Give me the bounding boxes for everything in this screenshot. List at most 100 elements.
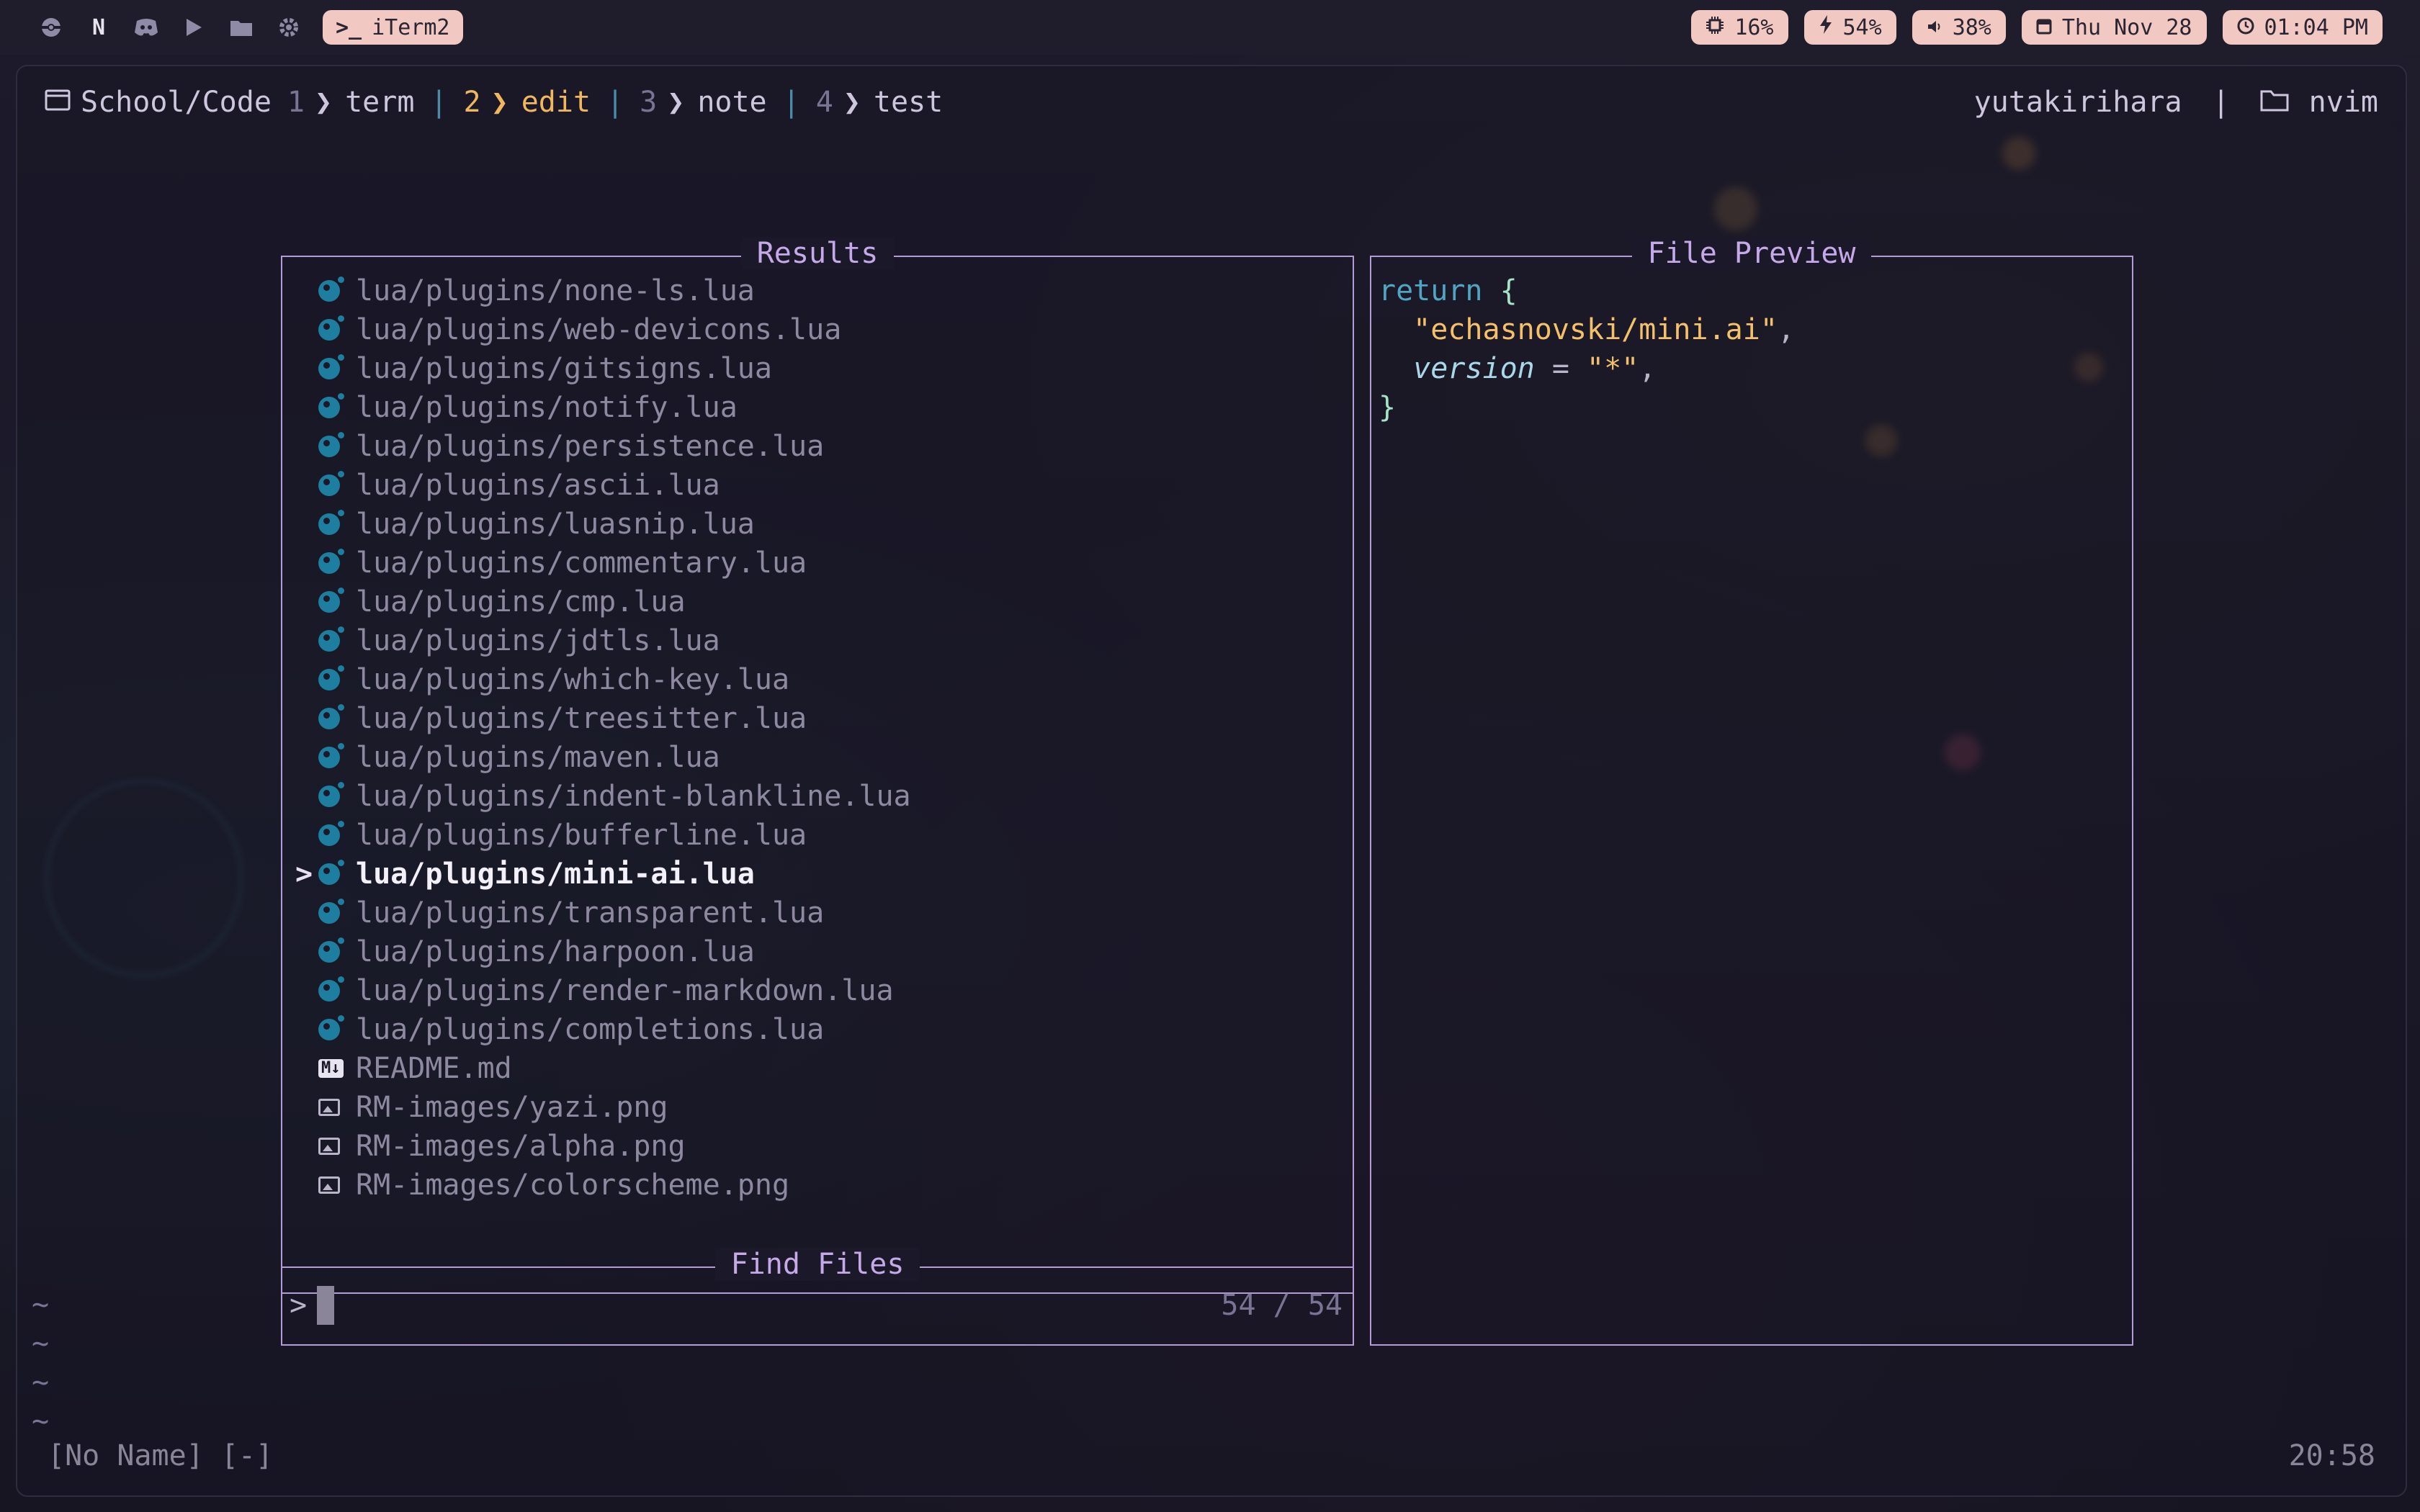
result-row[interactable]: RM-images/colorscheme.png — [290, 1166, 1345, 1205]
clock-pill[interactable]: 01:04 PM — [2222, 10, 2383, 45]
result-row[interactable]: lua/plugins/jdtls.lua — [290, 621, 1345, 660]
result-row[interactable]: lua/plugins/gitsigns.lua — [290, 349, 1345, 388]
result-row[interactable]: lua/plugins/indent-blankline.lua — [290, 777, 1345, 816]
tmux-window-3[interactable]: 3 ❯ note — [640, 86, 767, 119]
result-row[interactable]: lua/plugins/maven.lua — [290, 738, 1345, 777]
window-name: note — [697, 86, 767, 119]
empty-line-marker: ~ — [32, 1327, 50, 1360]
chevron-right-icon: ❯ — [667, 86, 685, 119]
result-counter: 54 / 54 — [1221, 1289, 1343, 1322]
result-path: lua/plugins/which-key.lua — [356, 663, 790, 696]
statusline-clock: 20:58 — [2288, 1439, 2375, 1472]
code-close-brace: } — [1379, 391, 1397, 424]
result-path: lua/plugins/ascii.lua — [356, 469, 720, 502]
battery-pill[interactable]: 54% — [1803, 10, 1896, 45]
result-row[interactable]: lua/plugins/luasnip.lua — [290, 505, 1345, 544]
clock-icon — [2237, 15, 2254, 40]
current-program: nvim — [2308, 86, 2378, 119]
result-path: lua/plugins/commentary.lua — [356, 546, 807, 580]
result-row[interactable]: lua/plugins/render-markdown.lua — [290, 971, 1345, 1010]
window-index: 2 — [463, 86, 481, 119]
pokeball-icon[interactable] — [37, 14, 65, 41]
result-row[interactable]: > lua/plugins/mini-ai.lua — [290, 855, 1345, 894]
lua-icon — [318, 704, 356, 729]
result-row[interactable]: RM-images/alpha.png — [290, 1127, 1345, 1166]
result-path: lua/plugins/gitsigns.lua — [356, 352, 772, 385]
result-row[interactable]: lua/plugins/notify.lua — [290, 388, 1345, 427]
result-row[interactable]: lua/plugins/harpoon.lua — [290, 932, 1345, 971]
find-files-prompt[interactable]: > 54 / 54 — [290, 1284, 1343, 1327]
chevron-right-icon: ❯ — [843, 86, 861, 119]
volume-value: 38% — [1952, 14, 1991, 40]
cpu-pill[interactable]: 16% — [1691, 10, 1788, 45]
result-row[interactable]: lua/plugins/which-key.lua — [290, 660, 1345, 699]
result-path: RM-images/colorscheme.png — [356, 1169, 790, 1202]
result-row[interactable]: lua/plugins/bufferline.lua — [290, 816, 1345, 855]
text-cursor — [317, 1286, 334, 1325]
result-path: lua/plugins/cmp.lua — [356, 585, 686, 618]
lightning-icon — [1819, 14, 1833, 40]
terminal-icon: >_ — [336, 14, 362, 40]
active-app-name: iTerm2 — [372, 14, 450, 40]
tmux-window-4[interactable]: 4 ❯ test — [816, 86, 944, 119]
tab-separator: | — [430, 86, 448, 119]
lua-icon — [318, 626, 356, 652]
result-row[interactable]: lua/plugins/ascii.lua — [290, 466, 1345, 505]
result-path: lua/plugins/transparent.lua — [356, 896, 825, 930]
preview-code: return { "echasnovski/mini.ai", version … — [1379, 271, 1795, 427]
result-row[interactable]: lua/plugins/commentary.lua — [290, 544, 1345, 582]
code-open-brace: { — [1500, 274, 1518, 307]
result-row[interactable]: lua/plugins/transparent.lua — [290, 894, 1345, 932]
result-row[interactable]: lua/plugins/treesitter.lua — [290, 699, 1345, 738]
folder-icon[interactable] — [228, 14, 255, 41]
result-path: RM-images/alpha.png — [356, 1130, 686, 1163]
result-row[interactable]: M↓ README.md — [290, 1049, 1345, 1088]
image-icon — [318, 1176, 356, 1194]
find-files-title: Find Files — [714, 1248, 920, 1281]
result-row[interactable]: lua/plugins/none-ls.lua — [290, 271, 1345, 310]
window-index: 4 — [815, 86, 833, 119]
clock-value: 01:04 PM — [2264, 14, 2369, 40]
result-path: lua/plugins/bufferline.lua — [356, 819, 807, 852]
file-preview-pane: File Preview return { "echasnovski/mini.… — [1370, 237, 2133, 1346]
code-keyword: return — [1379, 274, 1483, 307]
result-row[interactable]: lua/plugins/cmp.lua — [290, 582, 1345, 621]
menubar-right: 16% 54% 38% Thu Nov 28 01:04 PM — [1691, 10, 2383, 45]
file-preview-title: File Preview — [1631, 237, 1872, 270]
tmux-status-bar: School/Code 1 ❯ term | 2 ❯ edit | 3 ❯ no… — [45, 81, 2378, 124]
window-name: test — [873, 86, 944, 119]
result-row[interactable]: lua/plugins/web-devicons.lua — [290, 310, 1345, 349]
cpu-icon — [1706, 15, 1724, 40]
session-name: School/Code — [81, 86, 272, 119]
lua-icon — [318, 782, 356, 807]
tmux-window-1[interactable]: 1 ❯ term — [287, 86, 415, 119]
lua-icon — [318, 393, 356, 418]
find-files-title-wrap: Find Files — [282, 1248, 1353, 1281]
result-row[interactable]: RM-images/yazi.png — [290, 1088, 1345, 1127]
buffer-name: [No Name] [-] — [48, 1439, 274, 1472]
discord-icon[interactable] — [133, 14, 160, 41]
volume-pill[interactable]: 38% — [1912, 10, 2006, 45]
tmux-window-2[interactable]: 2 ❯ edit — [464, 86, 591, 119]
lua-icon — [318, 860, 356, 885]
empty-line-marker: ~ — [32, 1366, 50, 1399]
active-app-pill[interactable]: >_ iTerm2 — [323, 10, 463, 45]
result-path: lua/plugins/web-devicons.lua — [356, 313, 842, 346]
result-row[interactable]: lua/plugins/persistence.lua — [290, 427, 1345, 466]
window-icon — [45, 86, 71, 119]
notion-icon[interactable]: N — [85, 14, 112, 41]
gear-icon[interactable] — [275, 14, 302, 41]
cpu-value: 16% — [1734, 14, 1774, 40]
result-row[interactable]: lua/plugins/completions.lua — [290, 1010, 1345, 1049]
result-path: lua/plugins/mini-ai.lua — [356, 858, 755, 891]
lua-icon — [318, 471, 356, 496]
result-path: lua/plugins/completions.lua — [356, 1013, 825, 1046]
lua-icon — [318, 937, 356, 963]
play-icon[interactable] — [180, 14, 207, 41]
status-separator: | — [2212, 86, 2230, 119]
lua-icon — [318, 510, 356, 535]
username: yutakirihara — [1973, 86, 2182, 119]
window-name: term — [345, 86, 415, 119]
date-pill[interactable]: Thu Nov 28 — [2021, 10, 2207, 45]
menubar: N >_ iTerm2 16% 54% 38% Thu Nov 28 01:04… — [0, 0, 2420, 55]
